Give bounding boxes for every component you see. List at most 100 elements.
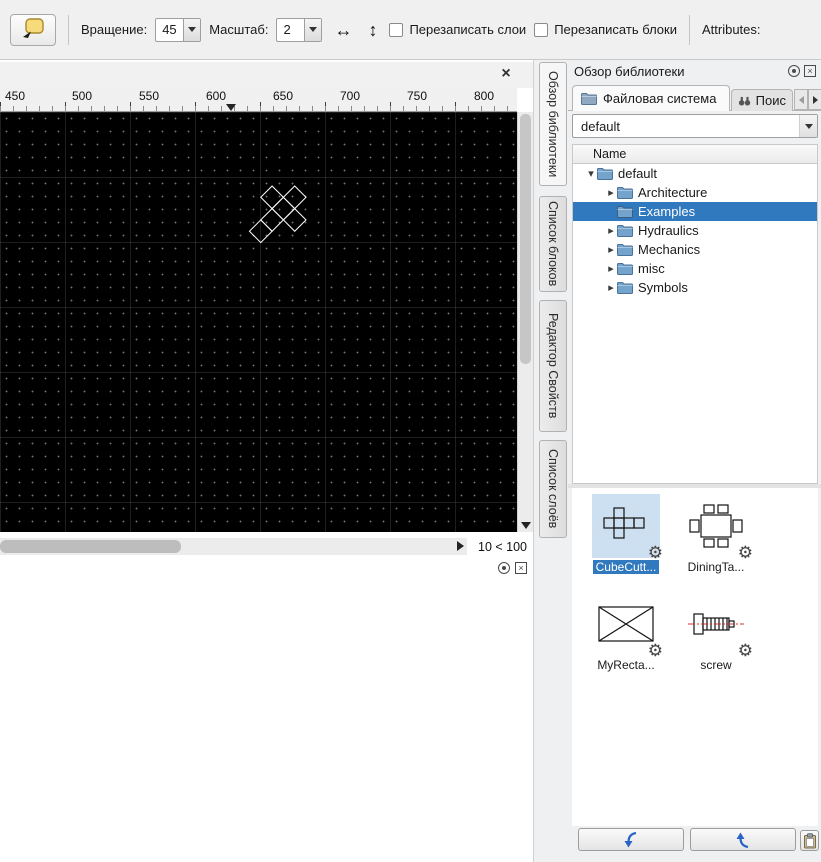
tree-row-label: Architecture: [638, 185, 708, 200]
rotation-value[interactable]: 45: [156, 19, 183, 41]
library-tabbar: Файловая система Поис: [568, 84, 821, 111]
folder-icon: [597, 168, 613, 180]
scale-value[interactable]: 2: [277, 19, 304, 41]
chevron-down-icon: [309, 27, 318, 32]
insert-into-drawing-button[interactable]: [578, 828, 684, 851]
tree-row-label: Hydraulics: [638, 223, 699, 238]
zoom-status-text: 10 < 100: [478, 540, 528, 554]
library-panel-title: Обзор библиотеки: [574, 63, 685, 79]
tree-row-mechanics[interactable]: ▸ Mechanics: [573, 240, 817, 259]
close-window-icon[interactable]: ×: [515, 562, 527, 574]
dock-tab-layers-label: Список слоёв: [546, 449, 560, 529]
options-toolbar: Вращение: 45 Масштаб: 2 ↔ ↕ Перезаписать…: [0, 0, 821, 60]
refresh-library-button[interactable]: [690, 828, 796, 851]
scroll-down-icon[interactable]: [521, 522, 531, 529]
flip-vertical-button[interactable]: ↕: [364, 21, 381, 39]
panel-header-buttons: ×: [788, 65, 816, 77]
scale-combobox[interactable]: 2: [276, 17, 323, 42]
dock-tab-block-list[interactable]: Список блоков: [539, 196, 567, 292]
tree-column-header[interactable]: Name: [572, 144, 818, 164]
library-folder-tree: ▾ default ▸ Architecture Examples ▸ Hydr…: [572, 164, 818, 484]
chevron-down-icon: [188, 27, 197, 32]
ruler-number: 700: [340, 89, 361, 103]
overwrite-layers-checkbox[interactable]: [389, 22, 404, 37]
item-thumbnail[interactable]: ⚙: [592, 494, 663, 562]
gear-icon: ⚙: [737, 641, 753, 660]
ruler-number: 500: [72, 89, 93, 103]
item-label: screw: [700, 658, 732, 672]
vertical-scrollbar-thumb[interactable]: [520, 114, 531, 364]
drawing-canvas[interactable]: [0, 112, 517, 532]
tab-file-system-label: Файловая система: [603, 91, 717, 106]
float-panel-icon[interactable]: [788, 65, 800, 77]
item-thumbnail[interactable]: ⚙: [682, 494, 753, 562]
rotation-combobox[interactable]: 45: [155, 17, 202, 42]
clipboard-icon: [803, 832, 816, 848]
dock-tab-layer-list[interactable]: Список слоёв: [539, 440, 567, 538]
library-item-cubecutter[interactable]: ⚙ CubeCutt...: [590, 494, 663, 574]
ruler-number: 750: [407, 89, 428, 103]
dock-tab-property-editor[interactable]: Редактор Свойств: [539, 300, 567, 432]
horizontal-scrollbar[interactable]: [0, 538, 467, 555]
item-thumbnail[interactable]: ⚙: [682, 592, 753, 660]
tree-row-examples[interactable]: Examples: [573, 202, 817, 221]
mdi-area: × 450 500 550 600 650 700 750 800 10 < 1…: [0, 60, 533, 862]
chevron-left-icon: [798, 95, 804, 104]
library-path-combobox[interactable]: default: [572, 114, 818, 138]
toolbar-separator: [68, 14, 69, 45]
tab-search[interactable]: Поис: [731, 89, 793, 111]
tree-row-symbols[interactable]: ▸ Symbols: [573, 278, 817, 297]
library-item-diningtable[interactable]: ⚙ DiningTa...: [680, 494, 753, 574]
library-item-myrectangle[interactable]: ⚙ MyRecta...: [590, 592, 663, 672]
tab-file-system[interactable]: Файловая система: [572, 85, 730, 111]
scale-label: Масштаб:: [209, 22, 269, 37]
rotation-dropdown-button[interactable]: [183, 18, 201, 41]
insert-block-button[interactable]: [10, 13, 56, 46]
branch-collapsed-icon[interactable]: ▸: [605, 281, 617, 294]
branch-collapsed-icon[interactable]: ▸: [605, 186, 617, 199]
tree-row-misc[interactable]: ▸ misc: [573, 259, 817, 278]
tree-row-label: Symbols: [638, 280, 688, 295]
paste-button[interactable]: [800, 830, 819, 851]
chevron-right-icon: [812, 95, 818, 104]
flip-horizontal-button[interactable]: ↔: [330, 21, 356, 39]
vertical-scrollbar[interactable]: [517, 112, 533, 532]
arrow-up-curve-icon: [736, 832, 749, 848]
overwrite-layers-group: Перезаписать слои: [389, 22, 526, 37]
tree-row-default[interactable]: ▾ default: [573, 164, 817, 183]
library-path-dropdown-button[interactable]: [799, 115, 817, 137]
scroll-right-icon[interactable]: [457, 541, 464, 551]
restore-window-icon[interactable]: [498, 562, 510, 574]
ruler-number: 550: [139, 89, 160, 103]
library-browser-panel: Обзор библиотеки × Файловая система Поис…: [568, 60, 821, 862]
crossed-rectangle-drawing: [598, 606, 654, 642]
ruler-number: 650: [273, 89, 294, 103]
tree-row-hydraulics[interactable]: ▸ Hydraulics: [573, 221, 817, 240]
library-item-screw[interactable]: ⚙ screw: [680, 592, 753, 672]
search-icon: [738, 96, 751, 106]
library-path-value[interactable]: default: [573, 119, 799, 134]
tree-row-architecture[interactable]: ▸ Architecture: [573, 183, 817, 202]
ruler-number: 450: [5, 89, 26, 103]
horizontal-scrollbar-thumb[interactable]: [0, 540, 181, 553]
folder-icon: [617, 244, 633, 256]
close-drawing-button[interactable]: ×: [497, 65, 515, 83]
branch-expanded-icon[interactable]: ▾: [585, 167, 597, 180]
branch-collapsed-icon[interactable]: ▸: [605, 262, 617, 275]
overwrite-blocks-group: Перезаписать блоки: [534, 22, 677, 37]
dock-tab-library-browser[interactable]: Обзор библиотеки: [539, 62, 567, 186]
tab-scroll-buttons: [794, 89, 821, 110]
branch-collapsed-icon[interactable]: ▸: [605, 243, 617, 256]
item-thumbnail[interactable]: ⚙: [592, 592, 663, 660]
scale-dropdown-button[interactable]: [304, 18, 322, 41]
tab-scroll-right-button[interactable]: [808, 89, 821, 110]
tree-row-label: misc: [638, 261, 665, 276]
tab-scroll-left-button[interactable]: [794, 89, 808, 110]
branch-collapsed-icon[interactable]: ▸: [605, 224, 617, 237]
dock-tab-properties-label: Редактор Свойств: [546, 313, 560, 419]
close-panel-icon[interactable]: ×: [804, 65, 816, 77]
chevron-down-icon: [804, 123, 813, 129]
overwrite-blocks-checkbox[interactable]: [534, 22, 549, 37]
tree-row-label: Examples: [638, 204, 696, 219]
horizontal-ruler: 450 500 550 600 650 700 750 800: [0, 88, 517, 112]
